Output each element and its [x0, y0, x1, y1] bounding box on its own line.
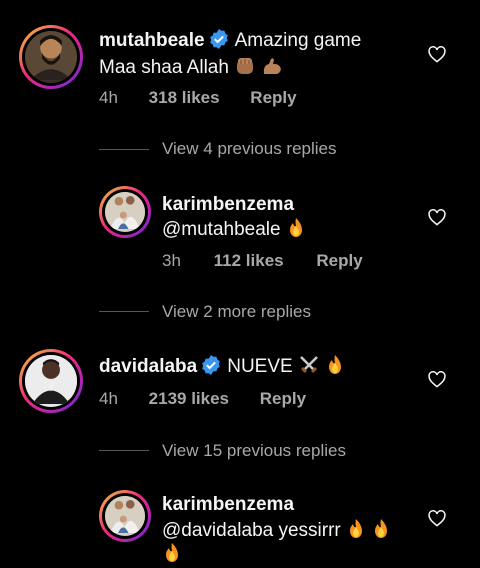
- reply-button[interactable]: Reply: [250, 87, 296, 109]
- comment-text-line2: Maa shaa Allah: [99, 55, 283, 80]
- verified-badge-icon: [209, 29, 228, 49]
- view-previous-replies-button[interactable]: View 15 previous replies: [162, 440, 346, 462]
- username[interactable]: davidalaba: [99, 356, 197, 377]
- comment-text-line3: [162, 542, 182, 567]
- comment-text: @davidalaba yessirrr: [162, 520, 341, 541]
- likes-count[interactable]: 2139 likes: [149, 388, 229, 410]
- username[interactable]: mutahbeale: [99, 30, 205, 51]
- divider-line: [99, 450, 149, 451]
- comment-text-line2: @davidalaba yessirrr: [162, 518, 391, 543]
- comment-text-cont: Maa shaa Allah: [99, 57, 229, 78]
- comment-text-line1: karimbenzema: [162, 193, 294, 217]
- heart-outline-icon[interactable]: [428, 46, 446, 63]
- mention-link[interactable]: @mutahbeale: [162, 219, 281, 240]
- comment-text-line1: davidalaba NUEVE: [99, 354, 345, 379]
- fire-emoji: [329, 355, 342, 374]
- comment-text-line1: karimbenzema: [162, 493, 294, 517]
- comment-text-line2: @mutahbeale: [162, 217, 306, 242]
- avatar[interactable]: [19, 25, 83, 89]
- divider-line: [99, 311, 149, 312]
- likes-count[interactable]: 318 likes: [149, 87, 220, 109]
- timestamp: 4h: [99, 389, 118, 408]
- comment-text: Amazing game: [234, 30, 362, 51]
- reply-karimbenzema-1: karimbenzema @mutahbeale 3h 112 likes Re…: [0, 180, 480, 280]
- likes-count[interactable]: 112 likes: [214, 250, 284, 272]
- timestamp: 4h: [99, 88, 118, 107]
- fire-emoji: [166, 543, 178, 562]
- timestamp: 3h: [162, 251, 181, 270]
- comment-davidalaba: davidalaba NUEVE 4h 2139 likes Reply: [0, 340, 480, 440]
- username[interactable]: karimbenzema: [162, 494, 294, 515]
- fire-emoji: [350, 519, 363, 538]
- comment-meta: 4h 2139 likes Reply: [99, 388, 306, 410]
- reply-button[interactable]: Reply: [260, 388, 306, 410]
- view-previous-replies-button[interactable]: View 4 previous replies: [162, 138, 337, 160]
- verified-badge-icon: [202, 355, 221, 375]
- heart-outline-icon[interactable]: [428, 510, 446, 527]
- divider-line: [99, 149, 149, 150]
- avatar[interactable]: [99, 186, 151, 238]
- user-photo-icon: [25, 31, 77, 80]
- view-more-replies-button[interactable]: View 2 more replies: [162, 301, 311, 323]
- flexed-biceps-emoji: [264, 58, 282, 75]
- fire-emoji: [375, 519, 388, 538]
- avatar[interactable]: [99, 490, 151, 542]
- comment-meta: 3h 112 likes Reply: [162, 250, 363, 272]
- raised-fist-emoji: [237, 58, 254, 74]
- avatar[interactable]: [19, 349, 83, 413]
- heart-outline-icon[interactable]: [428, 209, 446, 226]
- user-photo-icon: [105, 192, 145, 229]
- user-photo-icon: [105, 496, 145, 533]
- crossed-swords-emoji: [300, 356, 318, 374]
- comment-text-line1: mutahbeale Amazing game: [99, 29, 361, 53]
- comment-text: NUEVE: [227, 356, 293, 377]
- username[interactable]: karimbenzema: [162, 194, 294, 215]
- fire-emoji: [289, 218, 302, 237]
- reply-button[interactable]: Reply: [316, 250, 362, 272]
- comment-meta: 4h 318 likes Reply: [99, 87, 297, 109]
- comment-mutahbeale: mutahbeale Amazing game Maa shaa Allah 4h…: [0, 0, 480, 120]
- reply-karimbenzema-2: karimbenzema @davidalaba yessirrr: [0, 484, 480, 568]
- heart-outline-icon[interactable]: [428, 371, 446, 388]
- user-photo-icon: [25, 355, 77, 404]
